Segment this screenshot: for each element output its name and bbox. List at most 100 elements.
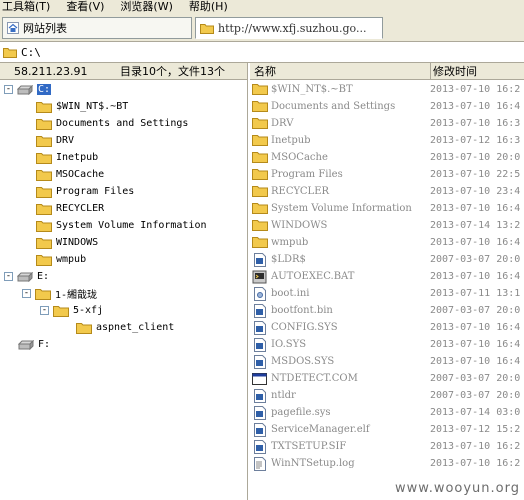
file-name: Program Files bbox=[271, 169, 343, 180]
file-name: boot.ini bbox=[271, 288, 310, 299]
tree-folder[interactable]: aspnet_client bbox=[76, 319, 174, 336]
tree-folder[interactable]: - 5-xfj bbox=[40, 302, 103, 319]
tab-url-label: http://www.xfj.suzhou.go... bbox=[218, 21, 367, 35]
folder-row[interactable]: System Volume Information 2013-07-10 16:4 bbox=[250, 200, 524, 217]
folder-row[interactable]: MSOCache 2013-07-10 20:0 bbox=[250, 149, 524, 166]
folder-icon bbox=[200, 23, 214, 34]
file-name: MSOCache bbox=[271, 152, 328, 163]
column-header-name[interactable]: 名称 bbox=[254, 63, 276, 80]
tree-folder[interactable]: System Volume Information bbox=[36, 217, 207, 234]
file-modified-time: 2013-07-10 16:4 bbox=[430, 356, 521, 367]
tree-folder-label: WINDOWS bbox=[56, 237, 99, 248]
tree-drive-e[interactable]: - E: bbox=[4, 268, 49, 285]
tree-drive-c[interactable]: - C: bbox=[4, 81, 52, 98]
menu-tools[interactable]: 工具箱(T) bbox=[0, 0, 56, 13]
file-name: System Volume Information bbox=[271, 203, 412, 214]
folder-row[interactable]: RECYCLER 2013-07-10 23:4 bbox=[250, 183, 524, 200]
text-file-icon bbox=[254, 456, 266, 471]
tab-site-list[interactable]: 网站列表 bbox=[2, 17, 192, 39]
file-row[interactable]: CONFIG.SYS 2013-07-10 16:4 bbox=[250, 319, 524, 336]
folder-row[interactable]: WINDOWS 2013-07-14 13:2 bbox=[250, 217, 524, 234]
file-modified-time: 2013-07-14 03:0 bbox=[430, 407, 521, 418]
file-name: DRV bbox=[271, 118, 294, 129]
file-modified-time: 2013-07-12 15:2 bbox=[430, 424, 521, 435]
file-row[interactable]: ServiceManager.elf 2013-07-12 15:2 bbox=[250, 421, 524, 438]
tree-folder[interactable]: - 1-緗戠珑 bbox=[22, 285, 97, 302]
file-row[interactable]: bootfont.bin 2007-03-07 20:0 bbox=[250, 302, 524, 319]
folder-icon bbox=[36, 118, 52, 130]
tree-folder-label: MSOCache bbox=[56, 169, 105, 180]
tree-drive-f-label: F: bbox=[38, 339, 51, 350]
file-row[interactable]: TXTSETUP.SIF 2013-07-10 16:2 bbox=[250, 438, 524, 455]
file-modified-time: 2013-07-10 16:4 bbox=[430, 339, 521, 350]
file-name: $LDR$ bbox=[271, 254, 306, 265]
folder-icon bbox=[252, 236, 268, 248]
file-row[interactable]: WinNTSetup.log 2013-07-10 16:2 bbox=[250, 455, 524, 472]
tree-folder[interactable]: RECYCLER bbox=[36, 200, 104, 217]
tree-folder[interactable]: Documents and Settings bbox=[36, 115, 188, 132]
file-modified-time: 2013-07-10 16:4 bbox=[430, 203, 521, 214]
folder-icon bbox=[252, 117, 268, 129]
file-modified-time: 2013-07-14 13:2 bbox=[430, 220, 521, 231]
folder-row[interactable]: Documents and Settings 2013-07-10 16:4 bbox=[250, 98, 524, 115]
folder-row[interactable]: Program Files 2013-07-10 22:5 bbox=[250, 166, 524, 183]
tree-drive-f[interactable]: F: bbox=[18, 336, 50, 353]
folder-icon bbox=[36, 152, 52, 164]
tree-folder[interactable]: WINDOWS bbox=[36, 234, 98, 251]
file-name: AUTOEXEC.BAT bbox=[271, 271, 355, 282]
folder-row[interactable]: DRV 2013-07-10 16:3 bbox=[250, 115, 524, 132]
collapse-toggle[interactable]: - bbox=[4, 85, 13, 94]
tree-folder[interactable]: Program Files bbox=[36, 183, 134, 200]
file-modified-time: 2013-07-10 23:4 bbox=[430, 186, 521, 197]
menu-browser[interactable]: 浏览器(W) bbox=[118, 0, 178, 13]
folder-row[interactable]: Inetpub 2013-07-12 16:3 bbox=[250, 132, 524, 149]
folder-row[interactable]: $WIN_NT$.~BT 2013-07-10 16:2 bbox=[250, 81, 524, 98]
tree-folder-label: 1-緗戠珑 bbox=[55, 290, 98, 301]
file-modified-time: 2013-07-10 16:4 bbox=[430, 237, 521, 248]
tree-folder[interactable]: MSOCache bbox=[36, 166, 104, 183]
file-modified-time: 2013-07-10 16:2 bbox=[430, 441, 521, 452]
file-row[interactable]: NTDETECT.COM 2007-03-07 20:0 bbox=[250, 370, 524, 387]
file-modified-time: 2013-07-12 16:3 bbox=[430, 135, 521, 146]
tree-folder[interactable]: Inetpub bbox=[36, 149, 98, 166]
file-row[interactable]: pagefile.sys 2013-07-14 03:0 bbox=[250, 404, 524, 421]
tree-folder[interactable]: wmpub bbox=[36, 251, 86, 268]
file-row[interactable]: AUTOEXEC.BAT 2013-07-10 16:4 bbox=[250, 268, 524, 285]
file-modified-time: 2013-07-10 16:4 bbox=[430, 271, 521, 282]
tab-bar: 网站列表 http://www.xfj.suzhou.go... bbox=[0, 13, 524, 41]
folder-row[interactable]: wmpub 2013-07-10 16:4 bbox=[250, 234, 524, 251]
folder-icon bbox=[53, 305, 69, 317]
collapse-toggle[interactable]: - bbox=[40, 306, 49, 315]
folder-icon bbox=[252, 100, 268, 112]
directory-tree-pane: 58.211.23.91 目录10个，文件13个 - C: $WIN_NT$.~… bbox=[0, 63, 248, 500]
file-modified-time: 2007-03-07 20:0 bbox=[430, 390, 521, 401]
menu-view[interactable]: 查看(V) bbox=[64, 0, 110, 13]
file-name: ServiceManager.elf bbox=[271, 424, 370, 435]
path-bar[interactable]: C:\ bbox=[0, 41, 524, 63]
tab-site-list-label: 网站列表 bbox=[23, 22, 67, 35]
tree-folder-label: aspnet_client bbox=[96, 322, 175, 333]
tree-folder-label: Inetpub bbox=[56, 152, 99, 163]
file-name: NTDETECT.COM bbox=[271, 373, 358, 384]
file-row[interactable]: MSDOS.SYS 2013-07-10 16:4 bbox=[250, 353, 524, 370]
collapse-toggle[interactable]: - bbox=[4, 272, 13, 281]
collapse-toggle[interactable]: - bbox=[22, 289, 31, 298]
folder-icon bbox=[76, 322, 92, 334]
file-row[interactable]: $LDR$ 2007-03-07 20:0 bbox=[250, 251, 524, 268]
file-name: Documents and Settings bbox=[271, 101, 396, 112]
column-header-modified[interactable]: 修改时间 bbox=[430, 63, 477, 80]
file-row[interactable]: ntldr 2007-03-07 20:0 bbox=[250, 387, 524, 404]
file-row[interactable]: boot.ini 2013-07-11 13:1 bbox=[250, 285, 524, 302]
tree-folder-label: Documents and Settings bbox=[56, 118, 189, 129]
path-input[interactable]: C:\ bbox=[21, 46, 41, 59]
folder-icon bbox=[36, 101, 52, 113]
file-name: ntldr bbox=[271, 390, 296, 401]
file-name: bootfont.bin bbox=[271, 305, 333, 316]
folder-icon bbox=[252, 202, 268, 214]
file-row[interactable]: IO.SYS 2013-07-10 16:4 bbox=[250, 336, 524, 353]
tree-folder[interactable]: $WIN_NT$.~BT bbox=[36, 98, 128, 115]
drive-icon bbox=[17, 84, 33, 95]
menu-help[interactable]: 帮助(H) bbox=[187, 0, 234, 13]
tree-folder[interactable]: DRV bbox=[36, 132, 74, 149]
tab-url[interactable]: http://www.xfj.suzhou.go... bbox=[195, 17, 383, 39]
